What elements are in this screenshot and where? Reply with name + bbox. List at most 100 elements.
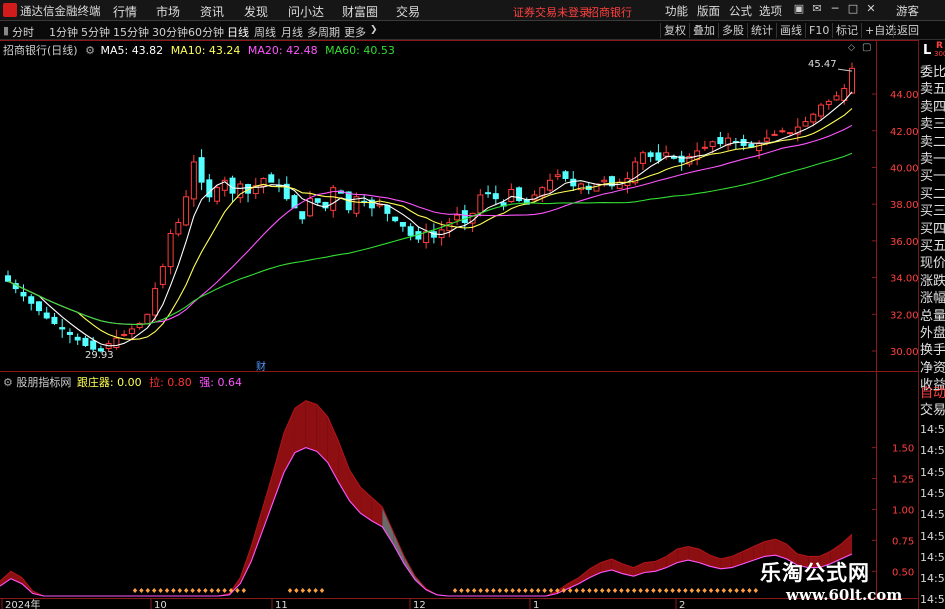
settings-gear-icon[interactable]: ⚙ xyxy=(85,44,95,57)
tool-f10[interactable]: F10 xyxy=(805,23,832,38)
period-menu-icon[interactable]: ▮ xyxy=(3,24,9,37)
signal-diamond xyxy=(452,588,458,593)
menu-shichang[interactable]: 市场 xyxy=(156,3,180,20)
moving-averages-layer xyxy=(7,68,853,347)
indicator-settings-icon[interactable]: ⚙ xyxy=(3,376,13,389)
signal-diamond xyxy=(587,588,592,593)
menu-jiaoyi[interactable]: 交易 xyxy=(396,3,420,20)
candle-body xyxy=(268,174,275,183)
chart-canvas[interactable]: 44.00 42.00 40.00 38.00 36.00 34.00 32.00 30.00… xyxy=(0,40,918,609)
tool-diejia[interactable]: 叠加 xyxy=(689,23,718,38)
maximize-icon[interactable]: □ xyxy=(846,2,860,16)
login-notice[interactable]: 证券交易未登录 xyxy=(513,4,590,20)
period-toolbar: ▮ 分时 1分钟 5分钟 15分钟 30分钟 60分钟 日线 周线 月线 多周期… xyxy=(0,21,945,40)
signal-diamond xyxy=(676,588,682,593)
period-more-arrow-icon[interactable]: ❯ xyxy=(370,25,378,35)
zoom-diamond-icon[interactable]: ◇ xyxy=(848,43,855,53)
app-title: 通达信金融终端 xyxy=(20,4,101,18)
period-15min[interactable]: 15分钟 xyxy=(113,24,149,40)
signal-diamond xyxy=(625,588,630,593)
guest-label[interactable]: 游客 xyxy=(896,3,919,19)
layout-icon[interactable]: ▣ xyxy=(792,2,806,16)
signal-diamond xyxy=(740,588,746,593)
menu-banmian[interactable]: 版面 xyxy=(697,3,720,19)
candle-body xyxy=(28,296,35,304)
period-daily[interactable]: 日线 xyxy=(227,24,249,40)
period-weekly[interactable]: 周线 xyxy=(254,24,276,40)
candle-body xyxy=(562,171,569,179)
menu-wenxiaoda[interactable]: 问小达 xyxy=(288,3,324,20)
quote-field-label: 委比 xyxy=(920,65,945,80)
signal-diamond xyxy=(196,588,202,593)
period-monthly[interactable]: 月线 xyxy=(281,24,303,40)
high-price-label: 45.47 xyxy=(808,59,837,70)
tool-duogu[interactable]: 多股 xyxy=(718,23,747,38)
menu-caifuquan[interactable]: 财富圈 xyxy=(342,3,378,20)
signal-diamond xyxy=(478,588,483,593)
candle-body xyxy=(59,327,66,330)
tick-time: 14:56 xyxy=(920,423,945,436)
menu-gongneng[interactable]: 功能 xyxy=(665,3,688,19)
tool-fuquan[interactable]: 复权 xyxy=(660,23,689,38)
candle-body xyxy=(121,333,128,336)
price-tick-label: 36.00 xyxy=(890,237,918,248)
trade-label[interactable]: 交易 xyxy=(920,402,945,420)
quote-field-label: 买四 xyxy=(920,221,945,237)
panel-num-badge: 300 xyxy=(934,50,945,58)
candle-body xyxy=(771,133,778,136)
quote-field-label: 换手 xyxy=(920,343,945,359)
quote-panel: L R 300 委比卖五卖四卖三卖二卖一买一买二买三买四买五现价涨跌涨幅总量外盘… xyxy=(918,40,945,609)
tool-huaxian[interactable]: 画线 xyxy=(776,23,805,38)
ma20-label: MA20: 42.48 xyxy=(247,44,318,57)
candle-body xyxy=(554,174,561,178)
period-30min[interactable]: 30分钟 xyxy=(152,24,188,40)
tool-tongji[interactable]: 统计 xyxy=(747,23,776,38)
signal-diamond xyxy=(536,588,541,593)
mail-icon[interactable]: ✉ xyxy=(810,2,824,16)
auto-label[interactable]: 自动 xyxy=(920,385,945,403)
signal-diamond xyxy=(319,588,325,593)
date-tick-label: 2 xyxy=(679,600,685,609)
menu-gongshi[interactable]: 公式 xyxy=(729,3,752,19)
quote-field-label: 涨跌 xyxy=(920,273,945,289)
quote-field-label: 买二 xyxy=(920,186,945,202)
period-fenshi[interactable]: 分时 xyxy=(12,24,34,40)
date-tick-label: 11 xyxy=(275,600,288,609)
menu-hangqing[interactable]: 行情 xyxy=(113,3,137,20)
indicator-band-segment xyxy=(10,571,22,584)
candle-body xyxy=(384,204,391,214)
quote-panel-header[interactable]: L R 300 xyxy=(920,41,945,62)
indicator-name[interactable]: 股朋指标网 xyxy=(16,376,71,389)
signal-diamond xyxy=(574,588,579,593)
tick-time: 14:56 xyxy=(920,593,945,607)
menu-faxian[interactable]: 发现 xyxy=(244,3,268,20)
period-multi[interactable]: 多周期 xyxy=(307,24,340,40)
candle-body xyxy=(214,187,221,202)
period-5min[interactable]: 5分钟 xyxy=(81,24,110,40)
stock-label[interactable]: 招商银行(日线) xyxy=(3,44,78,57)
signal-diamond xyxy=(313,588,318,593)
tick-time: 14:56 xyxy=(920,486,945,500)
close-icon[interactable]: ✕ xyxy=(864,2,878,16)
date-tick-label: 1 xyxy=(533,600,539,609)
signal-diamond xyxy=(651,588,656,593)
period-more[interactable]: 更多 xyxy=(344,24,366,40)
tool-back[interactable]: 返回 xyxy=(893,23,922,38)
period-60min[interactable]: 60分钟 xyxy=(188,24,224,40)
collapse-icon[interactable]: ▢ xyxy=(862,42,871,53)
menu-zixun[interactable]: 资讯 xyxy=(200,3,224,20)
candle-body xyxy=(717,137,724,145)
finance-event-marker[interactable]: 财 xyxy=(256,358,266,373)
period-1min[interactable]: 1分钟 xyxy=(49,24,78,40)
app-logo-icon xyxy=(3,3,17,17)
candle-body xyxy=(833,95,840,101)
candle-body xyxy=(20,291,27,297)
menu-xuanxiang[interactable]: 选项 xyxy=(759,3,782,19)
indicator-tick-label: 1.00 xyxy=(892,505,914,516)
indicator-band-segment xyxy=(316,404,328,463)
ma10-label: MA10: 43.24 xyxy=(170,44,241,57)
watermark-title: 乐淘公式网 xyxy=(760,560,870,585)
tool-biaoji[interactable]: 标记 xyxy=(832,23,861,38)
quote-field-label: 外盘 xyxy=(920,326,945,341)
minimize-icon[interactable]: ─ xyxy=(828,2,842,16)
